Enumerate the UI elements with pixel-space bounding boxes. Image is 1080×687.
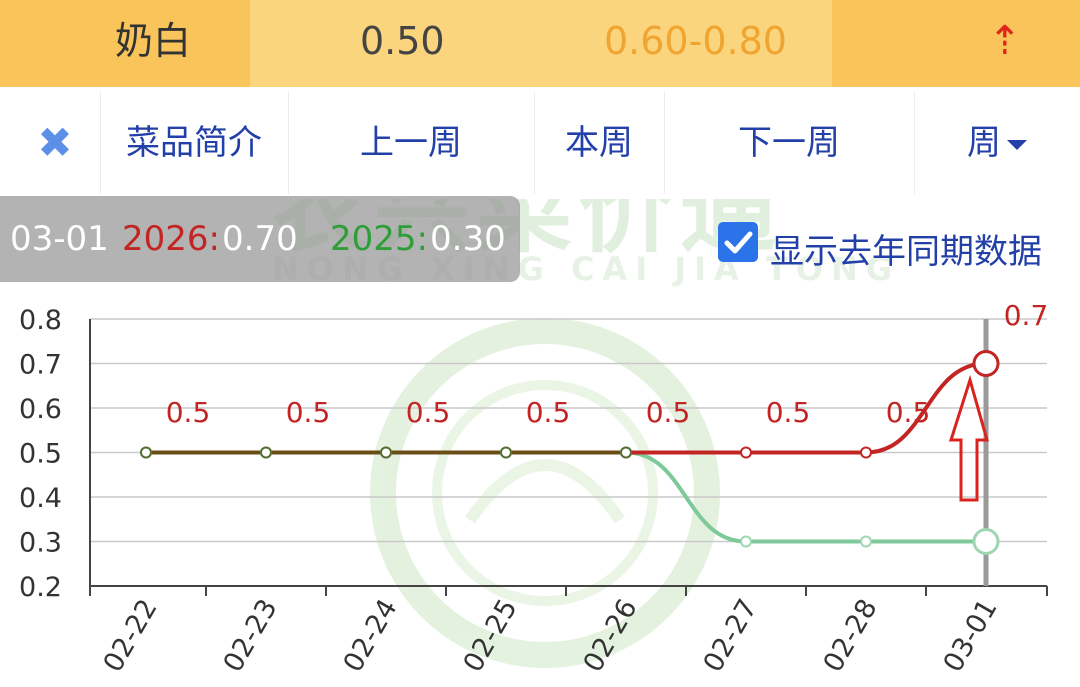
- y-tick-label: 0.6: [19, 394, 62, 425]
- tooltip-previous-value: 0.30: [430, 219, 506, 259]
- price-summary-row[interactable]: 奶白 0.50 0.60-0.80 ⇡: [0, 0, 1080, 87]
- price-chart-screen: 奶白 0.50 0.60-0.80 ⇡ 农兴菜价通 NONG XING CAI …: [0, 0, 1080, 687]
- x-tick-label: 02-23: [218, 594, 284, 677]
- chart-tooltip: 03-01 2026: 0.70 2025: 0.30: [0, 196, 520, 282]
- point-2025: [860, 535, 872, 548]
- point-2026: [140, 446, 152, 459]
- tooltip-previous-year: 2025:: [330, 219, 428, 259]
- watermark-logo: [370, 318, 720, 668]
- x-tick-label: 02-28: [818, 594, 884, 677]
- data-label: 0.5: [406, 396, 451, 429]
- tooltip-current-year: 2026:: [122, 219, 220, 259]
- show-last-year-checkbox[interactable]: [718, 222, 758, 262]
- point-2026: [972, 350, 1000, 377]
- up-dashed-arrow-icon: ⇡: [988, 18, 1022, 64]
- item-price: 0.50: [360, 19, 445, 63]
- point-2026: [740, 446, 752, 459]
- point-2025: [972, 528, 1000, 555]
- y-tick-label: 0.8: [19, 305, 62, 336]
- tooltip-date: 03-01: [10, 219, 109, 259]
- period-label: 周: [967, 123, 1001, 163]
- chart-toolbar: ✖ 菜品简介 上一周 本周 下一周 周: [0, 87, 1080, 199]
- data-label: 0.5: [766, 396, 811, 429]
- this-week-button[interactable]: 本周: [534, 87, 664, 199]
- checkmark-icon: [724, 231, 753, 254]
- data-label: 0.5: [646, 396, 691, 429]
- item-intro-button[interactable]: 菜品简介: [100, 87, 288, 199]
- x-tick-label: 02-24: [338, 594, 404, 677]
- x-tick-label: 02-22: [98, 594, 164, 677]
- item-name: 奶白: [115, 19, 192, 63]
- tooltip-current-value: 0.70: [222, 219, 298, 259]
- point-2026: [260, 446, 272, 459]
- y-tick-label: 0.4: [19, 483, 62, 514]
- x-tick-label: 02-27: [698, 594, 764, 677]
- caret-down-icon: [1007, 139, 1027, 150]
- item-price-range: 0.60-0.80: [604, 19, 787, 63]
- data-label: 0.5: [886, 396, 931, 429]
- data-label: 0.5: [166, 396, 211, 429]
- y-tick-label: 0.7: [19, 350, 62, 381]
- price-line-chart[interactable]: 0.8 0.7 0.6 0.5 0.4 0.3 0.2 02-22 02-23 02-24 02-2…: [0, 280, 1080, 687]
- show-last-year-label[interactable]: 显示去年同期数据: [770, 224, 1042, 273]
- y-tick-label: 0.2: [19, 572, 62, 603]
- up-arrow-annotation: [948, 374, 989, 502]
- close-x-icon[interactable]: ✖: [20, 87, 90, 199]
- point-2026: [380, 446, 392, 459]
- point-2026: [500, 446, 512, 459]
- period-dropdown[interactable]: 周: [914, 87, 1080, 199]
- point-2025: [740, 535, 752, 548]
- y-tick-label: 0.3: [19, 528, 62, 559]
- y-tick-label: 0.5: [19, 439, 62, 470]
- point-2026: [620, 446, 632, 459]
- data-label: 0.5: [286, 396, 331, 429]
- prev-week-button[interactable]: 上一周: [288, 87, 534, 199]
- next-week-button[interactable]: 下一周: [664, 87, 914, 199]
- point-2026: [860, 446, 872, 459]
- data-label: 0.7: [1004, 299, 1049, 332]
- data-label: 0.5: [526, 396, 571, 429]
- x-tick-label: 03-01: [938, 594, 1004, 677]
